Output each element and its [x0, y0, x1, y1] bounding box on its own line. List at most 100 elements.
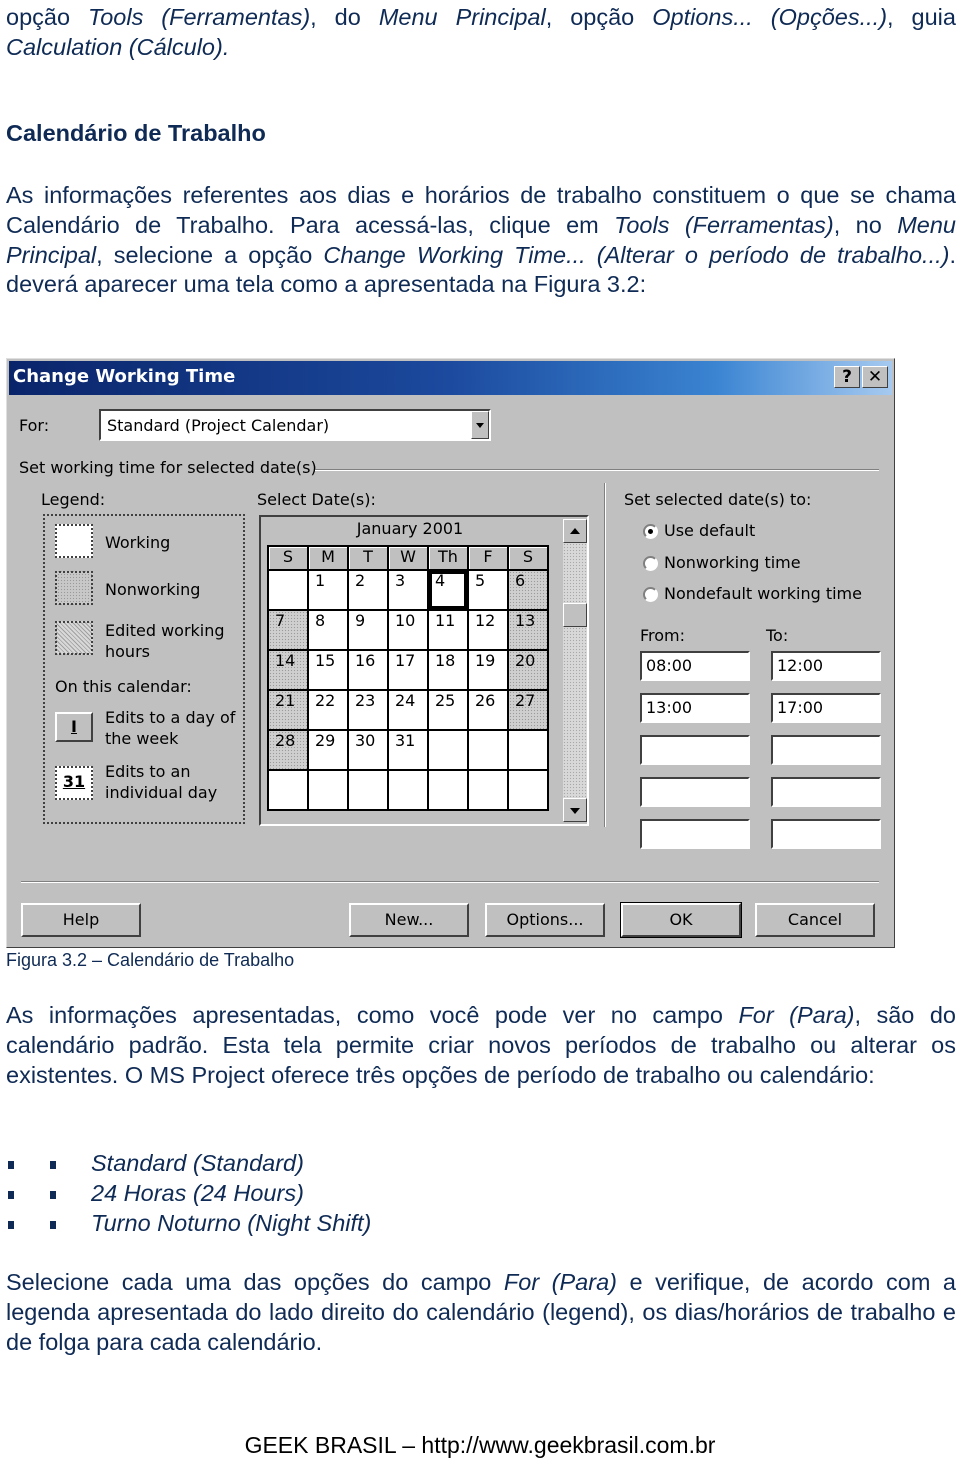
calendar-day[interactable]: 12 [467, 609, 509, 651]
calendar-empty-cell [347, 769, 389, 811]
ok-button-label: OK [669, 910, 693, 929]
calendar-grid: S M T W Th F S 1 2 3 4 5 6 7 8 9 10 11 12 13 14 15 16 17 18 19 20 2… [267, 545, 549, 811]
text-italic: For (Para) [738, 1002, 855, 1028]
dialog-titlebar[interactable]: Change Working Time ? ✕ [9, 361, 892, 395]
calendar-day[interactable]: 24 [387, 689, 429, 731]
calendar-day[interactable]: 28 [267, 729, 309, 771]
select-dates-label: Select Date(s): [257, 490, 376, 509]
legend-edited-2: hours [105, 642, 150, 661]
from-time-field[interactable] [640, 777, 750, 807]
to-time-field[interactable] [771, 819, 881, 849]
calendar-day[interactable]: 10 [387, 609, 429, 651]
calendar-day[interactable]: 20 [507, 649, 549, 691]
working-swatch [55, 524, 93, 558]
chevron-down-icon[interactable] [471, 411, 489, 439]
footer: GEEK BRASIL – http://www.geekbrasil.com.… [244, 1432, 716, 1458]
weekday-header[interactable]: S [267, 545, 309, 571]
calendar-day[interactable]: 29 [307, 729, 349, 771]
calendar-day[interactable]: 6 [507, 569, 549, 611]
paragraph-2: As informações apresentadas, como você p… [6, 1001, 956, 1090]
scroll-down-icon[interactable] [563, 798, 587, 822]
nondefault-working-time-label[interactable]: Nondefault working time [664, 584, 862, 603]
scroll-thumb[interactable] [563, 603, 587, 627]
new-button[interactable]: New... [349, 903, 469, 937]
options-button[interactable]: Options... [485, 903, 605, 937]
to-time-field[interactable]: 12:00 [771, 651, 881, 681]
calendar-empty-cell [467, 769, 509, 811]
from-time-field[interactable]: 08:00 [640, 651, 750, 681]
weekday-header[interactable]: F [467, 545, 509, 571]
new-button-label: New... [384, 910, 434, 929]
calendar-day[interactable]: 18 [427, 649, 469, 691]
legend-edited-1: Edited working [105, 621, 225, 640]
calendar-day[interactable]: 21 [267, 689, 309, 731]
list-item-text: 24 Horas (24 Hours) [91, 1179, 304, 1206]
weekday-header[interactable]: W [387, 545, 429, 571]
use-default-label[interactable]: Use default [664, 521, 755, 540]
calendar-day[interactable]: 11 [427, 609, 469, 651]
weekday-header[interactable]: M [307, 545, 349, 571]
nonworking-time-radio[interactable] [643, 556, 658, 571]
calendar-day[interactable]: 2 [347, 569, 389, 611]
calendar-day[interactable]: 27 [507, 689, 549, 731]
cancel-button[interactable]: Cancel [755, 903, 875, 937]
weekday-header[interactable]: S [507, 545, 549, 571]
intro-calculation: Calculation (Cálculo). [6, 34, 230, 60]
help-button[interactable]: Help [21, 903, 141, 937]
calendar-day[interactable]: 25 [427, 689, 469, 731]
calendar-day[interactable]: 13 [507, 609, 549, 651]
nonworking-time-label[interactable]: Nonworking time [664, 553, 801, 572]
cancel-button-label: Cancel [787, 910, 843, 929]
options-button-label: Options... [506, 910, 584, 929]
calendar-day[interactable]: 7 [267, 609, 309, 651]
calendar-day[interactable]: 14 [267, 649, 309, 691]
calendar-empty-cell [507, 729, 549, 771]
calendar-day[interactable]: 23 [347, 689, 389, 731]
help-icon[interactable]: ? [834, 366, 860, 388]
calendar-day[interactable]: 8 [307, 609, 349, 651]
text: As informações apresentadas, como você p… [6, 1002, 739, 1028]
text: Selecione cada uma das opções do campo [6, 1269, 504, 1295]
calendar-day[interactable]: 30 [347, 729, 389, 771]
calendar-day[interactable]: 31 [387, 729, 429, 771]
text-italic: Change Working Time... (Alterar o períod… [323, 241, 950, 268]
calendar-day[interactable]: 3 [387, 569, 429, 611]
from-time-field[interactable]: 13:00 [640, 693, 750, 723]
section-divider [604, 483, 606, 827]
list-item: Turno Noturno (Night Shift) [6, 1210, 371, 1240]
to-time-field[interactable]: 17:00 [771, 693, 881, 723]
nondefault-working-time-radio[interactable] [643, 587, 658, 602]
for-dropdown[interactable]: Standard (Project Calendar) [99, 409, 491, 441]
use-default-radio[interactable] [643, 524, 658, 539]
calendar-day[interactable]: 9 [347, 609, 389, 651]
intro-options: Options... (Opções...) [652, 4, 888, 30]
calendar-day[interactable]: 26 [467, 689, 509, 731]
to-time-field[interactable] [771, 777, 881, 807]
from-time-field[interactable] [640, 819, 750, 849]
calendar-empty-cell [267, 569, 309, 611]
close-icon[interactable]: ✕ [862, 366, 888, 388]
calendar-day[interactable]: 4 [427, 569, 469, 611]
ok-button[interactable]: OK [620, 902, 742, 938]
intro-text: , guia [887, 4, 956, 30]
calendar-day[interactable]: 22 [307, 689, 349, 731]
to-time-field[interactable] [771, 735, 881, 765]
calendar-day[interactable]: 1 [307, 569, 349, 611]
individual-day-glyph: 31 [62, 772, 86, 791]
calendar-day[interactable]: 5 [467, 569, 509, 611]
calendar-day[interactable]: 19 [467, 649, 509, 691]
legend-box: Working Nonworking Edited working hours … [43, 514, 245, 824]
from-time-field[interactable] [640, 735, 750, 765]
weekday-header-row: S M T W Th F S [267, 545, 549, 571]
calendar-day[interactable]: 15 [307, 649, 349, 691]
calendar-scrollbar[interactable] [563, 519, 587, 822]
intro-line-2: Calculation (Cálculo). [6, 33, 956, 63]
calendar-day[interactable]: 17 [387, 649, 429, 691]
weekday-header[interactable]: Th [427, 545, 469, 571]
bullet-icon [8, 1220, 14, 1229]
scroll-up-icon[interactable] [563, 519, 587, 543]
calendar-empty-cell [507, 769, 549, 811]
weekday-header[interactable]: T [347, 545, 389, 571]
calendar-day[interactable]: 16 [347, 649, 389, 691]
intro-menu: Menu Principal [378, 4, 546, 30]
